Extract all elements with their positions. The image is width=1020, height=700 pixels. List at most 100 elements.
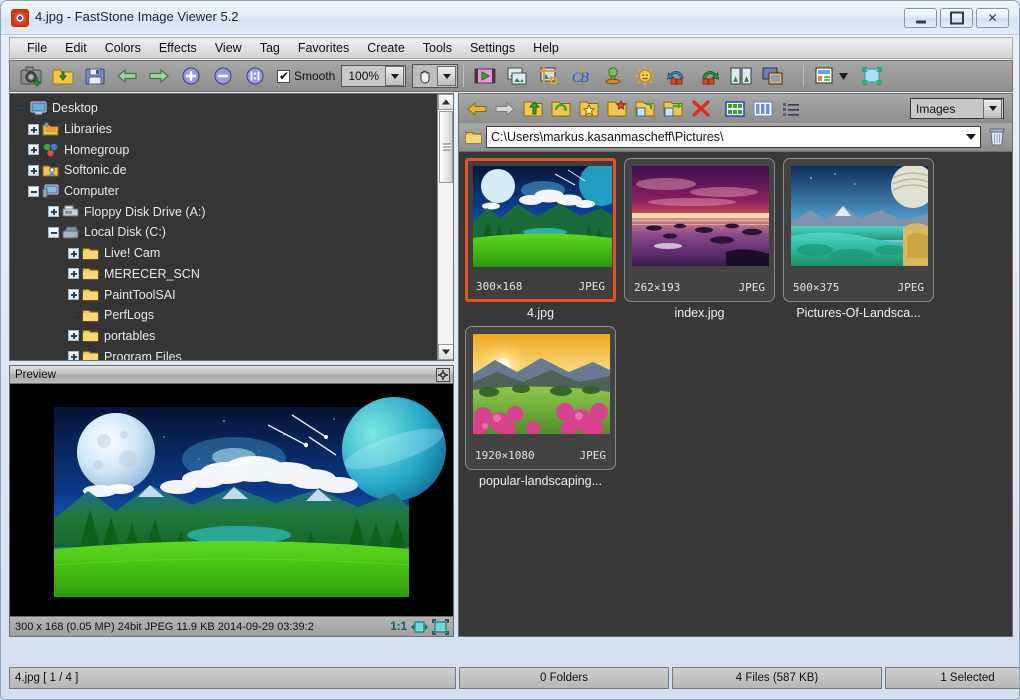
chevron-down-icon[interactable] [385,66,405,86]
hand-tool-combo[interactable] [412,63,459,89]
rotate-right-icon[interactable] [695,63,723,89]
menu-item-edit[interactable]: Edit [56,39,96,57]
tree-expander[interactable] [48,226,59,238]
file-filter-combo[interactable]: Images [910,98,1004,119]
thumbnail-box[interactable]: 262×193 JPEG [624,158,775,302]
maximize-button[interactable] [940,8,973,28]
screen-capture-icon[interactable] [17,63,45,89]
menu-item-settings[interactable]: Settings [461,39,524,57]
view-mode-icon[interactable] [811,63,839,89]
tree-expander[interactable] [28,144,39,156]
thumbnail-box[interactable]: 1920×1080 JPEG [465,326,616,470]
tree-item-perflogs[interactable]: PerfLogs [14,305,438,326]
tree-expander[interactable] [68,289,79,301]
slideshow-icon[interactable] [471,63,499,89]
copy-to-folder-icon[interactable] [632,97,658,121]
zoom-in-icon[interactable] [177,63,205,89]
tree-item-libraries[interactable]: Libraries [14,119,438,140]
crop-icon[interactable] [535,63,563,89]
forward-icon[interactable] [492,97,518,121]
scroll-down-icon[interactable] [438,344,453,360]
smooth-checkbox[interactable]: Smooth [277,69,335,83]
compare-icon[interactable] [503,63,531,89]
tree-item-merecer-scn[interactable]: MERECER_SCN [14,264,438,285]
zoom-level-combo[interactable]: 100% [341,65,407,87]
resize-icon[interactable] [727,63,755,89]
save-icon[interactable] [81,63,109,89]
menu-item-view[interactable]: View [206,39,251,57]
menu-item-tools[interactable]: Tools [414,39,461,57]
menu-item-favorites[interactable]: Favorites [289,39,358,57]
actual-size-icon[interactable] [432,618,449,635]
menu-item-tag[interactable]: Tag [251,39,289,57]
expand-icon[interactable] [436,368,450,382]
list-view-icon[interactable] [778,97,804,121]
hand-tool-chevron-down-icon[interactable] [437,66,457,86]
tree-expander[interactable] [28,185,39,197]
minimize-button[interactable] [904,8,937,28]
actual-size-icon[interactable] [241,63,269,89]
scrollbar-thumb[interactable] [439,111,453,183]
tree-expander[interactable] [68,268,79,280]
tree-expander[interactable] [68,247,79,259]
open-folder-icon[interactable] [49,63,77,89]
delete-icon[interactable] [688,97,714,121]
draw-board-icon[interactable]: C B A [567,63,595,89]
tree-expander[interactable] [48,206,59,218]
tree-item-computer[interactable]: Computer [14,181,438,202]
zoom-out-icon[interactable] [209,63,237,89]
new-folder-icon[interactable] [604,97,630,121]
tree-item-softonic[interactable]: Softonic.de [14,160,438,181]
tree-expander[interactable] [28,123,39,135]
thumbnail-view-icon[interactable] [722,97,748,121]
menu-item-create[interactable]: Create [358,39,414,57]
thumbnail-box[interactable]: 300×168 JPEG [465,158,616,302]
refresh-folder-icon[interactable] [548,97,574,121]
adjust-lighting-icon[interactable] [631,63,659,89]
window-mode-icon[interactable] [759,63,787,89]
tree-expander[interactable] [68,330,79,342]
folder-tree[interactable]: Desktop Libraries Homegroup Softonic.de … [10,94,438,360]
menu-item-effects[interactable]: Effects [150,39,206,57]
preview-image[interactable] [10,385,453,616]
thumbnail-item[interactable]: 500×375 JPEG Pictures-Of-Landsca... [783,158,942,320]
tree-item-floppy-drive[interactable]: Floppy Disk Drive (A:) [14,201,438,222]
thumbnail-item[interactable]: 262×193 JPEG index.jpg [624,158,783,320]
address-chevron-down-icon[interactable] [966,134,976,140]
previous-image-icon[interactable] [113,63,141,89]
detail-view-icon[interactable] [750,97,776,121]
menu-item-file[interactable]: File [18,39,56,57]
hand-icon[interactable] [413,63,437,89]
folder-tree-scrollbar[interactable] [437,94,453,360]
menu-item-colors[interactable]: Colors [96,39,150,57]
fit-window-icon[interactable] [411,619,428,635]
thumbnail-box[interactable]: 500×375 JPEG [783,158,934,302]
tree-item-live-cam[interactable]: Live! Cam [14,243,438,264]
back-icon[interactable] [464,97,490,121]
scroll-up-icon[interactable] [438,94,453,110]
move-to-folder-icon[interactable] [660,97,686,121]
menu-item-help[interactable]: Help [524,39,568,57]
up-folder-icon[interactable] [520,97,546,121]
clone-stamp-icon[interactable] [599,63,627,89]
thumbnail-pane[interactable]: 300×168 JPEG 4.jpg 262×193 JPEG index.jp… [458,152,1013,637]
tree-item-homegroup[interactable]: Homegroup [14,139,438,160]
tree-item-portables[interactable]: portables [14,326,438,347]
tree-expander[interactable] [28,164,39,176]
view-mode-chevron-down-icon[interactable] [839,67,849,85]
smooth-checkbox-box[interactable] [277,69,290,83]
next-image-icon[interactable] [145,63,173,89]
rotate-left-icon[interactable] [663,63,691,89]
favorite-folder-icon[interactable] [576,97,602,121]
trash-icon[interactable] [986,125,1008,149]
filter-chevron-down-icon[interactable] [983,98,1002,119]
tree-item-desktop[interactable]: Desktop [14,98,438,119]
close-button[interactable] [976,8,1009,28]
thumbnail-item[interactable]: 1920×1080 JPEG popular-landscaping... [465,326,624,488]
address-input[interactable]: C:\Users\markus.kasanmascheff\Pictures\ [486,126,981,148]
tree-item-local-disk-c[interactable]: Local Disk (C:) [14,222,438,243]
tree-item-painttoolsai[interactable]: PaintToolSAI [14,284,438,305]
thumbnail-item[interactable]: 300×168 JPEG 4.jpg [465,158,624,320]
tree-item-program-files[interactable]: Program Files [14,346,438,360]
tree-expander[interactable] [68,351,79,360]
